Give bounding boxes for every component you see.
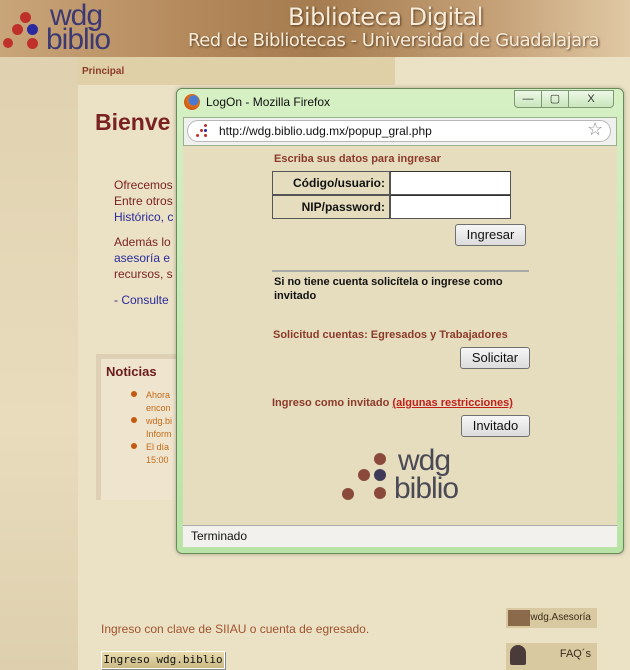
- site-title: Biblioteca Digital: [288, 3, 483, 31]
- news-item-line: Inform: [146, 429, 172, 439]
- news-item-line: wdg.bi: [146, 416, 173, 426]
- nav-principal-link[interactable]: Principal: [82, 66, 124, 77]
- password-input[interactable]: [390, 195, 511, 219]
- body-link[interactable]: asesoría e: [114, 251, 170, 265]
- site-identity-icon[interactable]: [196, 124, 210, 138]
- divider: [272, 270, 529, 272]
- body-link[interactable]: - Consulte: [114, 293, 169, 307]
- welcome-heading: Bienve: [95, 109, 171, 135]
- faqs-link[interactable]: FAQ´s: [506, 643, 597, 670]
- body-text: Ofrecemos: [114, 178, 173, 192]
- news-item-line: encon: [146, 403, 171, 413]
- password-label: NIP/password:: [272, 195, 390, 219]
- wdg-biblio-logo: wdg biblio: [340, 446, 465, 505]
- guest-text: Ingreso como invitado: [272, 397, 390, 409]
- login-prompt: Escriba sus datos para ingresar: [274, 153, 441, 165]
- body-text: recursos, s: [114, 267, 173, 281]
- faqs-label: FAQ´s: [559, 648, 591, 660]
- body-link[interactable]: Histórico, c: [114, 210, 173, 224]
- bullet-icon: [131, 417, 137, 423]
- faq-person-icon: [510, 645, 526, 665]
- logo-text-bottom: biblio: [394, 472, 459, 505]
- ingreso-wdg-biblio-button[interactable]: Ingreso wdg.biblio: [101, 651, 225, 669]
- site-subtitle: Red de Bibliotecas - Universidad de Guad…: [188, 30, 600, 51]
- solicitud-label: Solicitud cuentas: Egresados y Trabajado…: [273, 329, 508, 341]
- site-logo[interactable]: wdg biblio: [0, 0, 112, 57]
- asesoria-label: wdg.Asesoría: [530, 612, 591, 623]
- no-account-text: Si no tiene cuenta solicítela o ingrese …: [274, 276, 503, 302]
- solicitar-button[interactable]: Solicitar: [460, 347, 530, 369]
- news-item[interactable]: Ahora encon: [146, 389, 171, 415]
- asesoria-link[interactable]: wdg.Asesoría: [506, 608, 597, 628]
- url-text[interactable]: http://wdg.biblio.udg.mx/popup_gral.php: [219, 124, 432, 138]
- status-text: Terminado: [191, 529, 248, 543]
- news-item[interactable]: wdg.bi Inform: [146, 415, 172, 441]
- body-text: Entre otros: [114, 194, 173, 208]
- news-title: Noticias: [106, 364, 157, 379]
- logo-dot: [3, 38, 13, 48]
- bookmark-star-icon[interactable]: ☆: [587, 119, 603, 140]
- left-gutter: [0, 57, 78, 670]
- logo-dot: [20, 12, 31, 23]
- status-bar: [183, 525, 617, 547]
- nav-bar: [78, 57, 395, 85]
- body-text: Además lo: [114, 235, 171, 249]
- guest-label: Ingreso como invitado (algunas restricci…: [272, 397, 513, 409]
- logo-text-bottom: biblio: [46, 23, 111, 56]
- ingresar-button[interactable]: Ingresar: [455, 224, 526, 246]
- restrictions-link[interactable]: (algunas restricciones): [392, 397, 512, 409]
- popup-title: LogOn - Mozilla Firefox: [206, 95, 331, 109]
- asesoria-icon: [508, 610, 530, 626]
- firefox-icon: [184, 94, 200, 110]
- logo-dot: [27, 38, 38, 49]
- invitado-button[interactable]: Invitado: [461, 415, 530, 437]
- siiau-text: Ingreso con clave de SIIAU o cuenta de e…: [101, 622, 370, 636]
- bullet-icon: [131, 391, 137, 397]
- logo-dot: [12, 24, 23, 35]
- bullet-icon: [131, 443, 137, 449]
- maximize-button[interactable]: ▢: [541, 90, 569, 108]
- news-item-line: Ahora: [146, 390, 171, 400]
- user-label: Código/usuario:: [272, 171, 390, 195]
- news-item-line: 15:00: [146, 455, 169, 465]
- minimize-button[interactable]: —: [514, 90, 542, 108]
- close-button[interactable]: X: [568, 90, 614, 108]
- logo-dot: [27, 24, 38, 35]
- news-item[interactable]: El día 15:00: [146, 441, 169, 467]
- user-input[interactable]: [390, 171, 511, 195]
- news-item-line: El día: [146, 442, 170, 452]
